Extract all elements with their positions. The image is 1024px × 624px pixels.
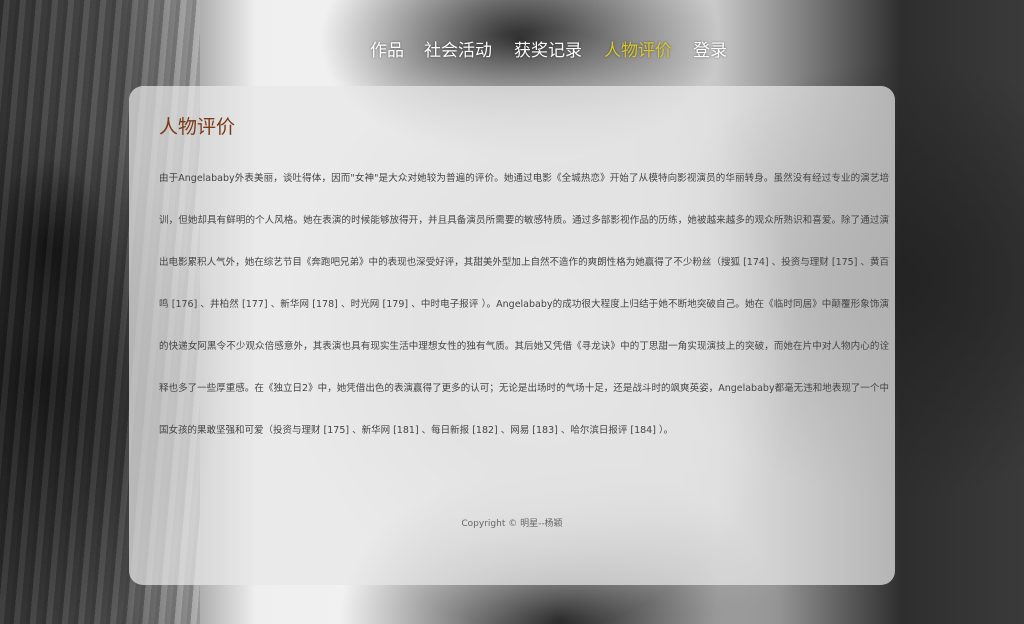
section-title: 人物评价 [159,116,236,138]
footer-copyright: Copyright © 明星--杨颖 [461,519,563,529]
page: 作品 社会活动 获奖记录 人物评价 登录 人物评价 由于Angelababy外表… [0,0,1024,624]
nav-item-works[interactable]: 作品 [352,36,404,61]
nav-item-social-activities[interactable]: 社会活动 [424,36,492,61]
nav-item-awards[interactable]: 获奖记录 [514,36,582,61]
nav-item-evaluation[interactable]: 人物评价 [604,36,672,61]
top-navigation: 作品 社会活动 获奖记录 人物评价 登录 [0,36,1024,66]
nav-item-login[interactable]: 登录 [693,36,727,61]
section-body-text: 由于Angelababy外表美丽，谈吐得体，因而"女神"是大众对她较为普遍的评价… [159,173,889,436]
content-panel: 人物评价 由于Angelababy外表美丽，谈吐得体，因而"女神"是大众对她较为… [129,86,895,585]
